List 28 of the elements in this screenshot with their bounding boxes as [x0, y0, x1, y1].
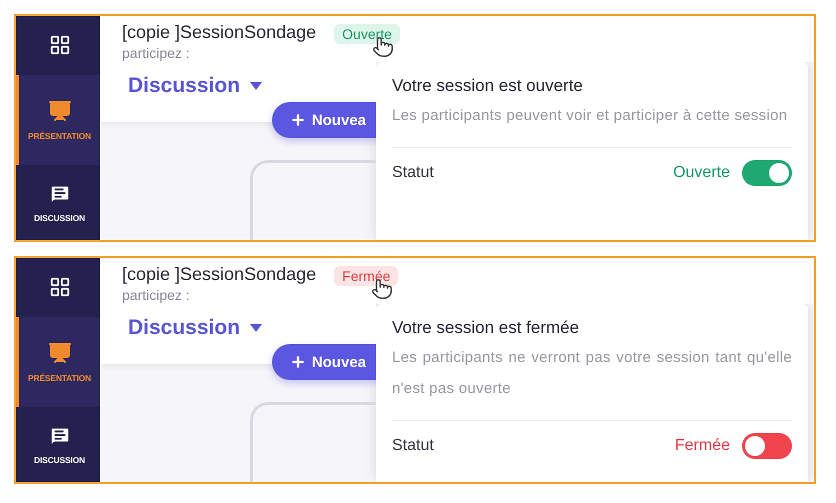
sidebar-item[interactable]: PRÉSENTATION [16, 74, 100, 166]
popover-description: Les participants ne verront pas votre session tant qu'elle n'est pas ouverte [392, 342, 792, 421]
grid-icon [48, 276, 70, 298]
discussion-tab[interactable]: Discussion [128, 316, 262, 340]
status-label: Statut [392, 164, 435, 182]
session-title: [copie ]SessionSondage [122, 22, 316, 43]
session-subtitle: participez : [122, 287, 191, 303]
new-button[interactable]: Nouvea [272, 102, 376, 138]
status-toggle[interactable] [742, 160, 792, 186]
plus-icon [290, 112, 306, 128]
status-label: Statut [392, 437, 435, 455]
caret-icon [250, 324, 262, 332]
easel-icon [48, 341, 72, 366]
grid-icon [48, 34, 70, 56]
popover-description: Les participants peuvent voir et participer à cette session [392, 100, 792, 148]
session-subtitle: participez : [122, 45, 191, 61]
status-value: Ouverte [673, 164, 730, 182]
easel-icon [48, 99, 72, 124]
plus-icon [290, 354, 306, 370]
sidebar-item[interactable]: PRÉSENTATION [16, 316, 100, 408]
discussion-tab[interactable]: Discussion [128, 74, 262, 98]
popover-heading: Votre session est ouverte [392, 76, 584, 96]
new-button[interactable]: Nouvea [272, 344, 376, 380]
caret-icon [250, 82, 262, 90]
status-toggle[interactable] [742, 433, 792, 459]
session-title: [copie ]SessionSondage [122, 264, 316, 285]
status-value: Fermée [674, 437, 730, 455]
popover-heading: Votre session est fermée [392, 318, 580, 338]
